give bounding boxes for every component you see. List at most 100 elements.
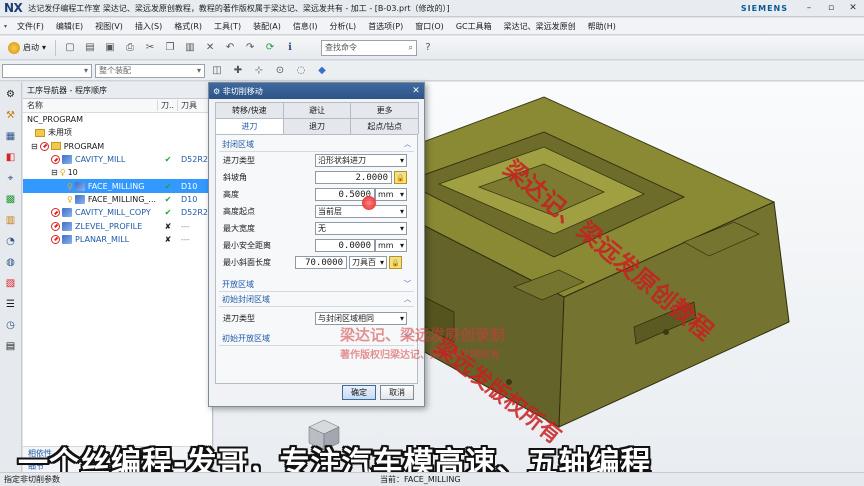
menu-tools[interactable]: 工具(T): [208, 21, 247, 32]
menu-insert[interactable]: 插入(S): [129, 21, 168, 32]
close-button[interactable]: ✕: [842, 3, 864, 13]
entry-type-select[interactable]: 沿形状斜进刀 ▾: [315, 154, 407, 167]
paste-icon[interactable]: ▥: [181, 39, 199, 57]
lock-icon[interactable]: 🔒: [394, 171, 407, 184]
column-tool[interactable]: 刀具: [178, 100, 197, 111]
info-icon[interactable]: ℹ: [281, 39, 299, 57]
tab-retract[interactable]: 退刀: [282, 118, 352, 134]
tree-row-operation[interactable]: ZLEVEL_PROFILE ✘ ---: [23, 219, 212, 232]
geometry-view-icon[interactable]: ⌖: [3, 170, 19, 186]
snap-center-icon[interactable]: ◌: [292, 62, 310, 80]
type-filter-select[interactable]: ▾: [2, 63, 92, 78]
web-browser-icon[interactable]: ◍: [3, 254, 19, 270]
menu-assembly[interactable]: 装配(A): [247, 21, 287, 32]
closed-area-group-header[interactable]: 封闭区域 ︿: [219, 137, 414, 152]
menu-analysis[interactable]: 分析(L): [323, 21, 362, 32]
initial-entry-type-select[interactable]: 与封闭区域相同 ▾: [315, 312, 407, 325]
save-icon[interactable]: ▣: [101, 39, 119, 57]
redo-icon[interactable]: ↷: [241, 39, 259, 57]
minimize-button[interactable]: –: [798, 3, 820, 13]
assembly-scope-select[interactable]: 整个装配 ▾: [95, 63, 205, 78]
refresh-icon[interactable]: ⟳: [261, 39, 279, 57]
clock-icon[interactable]: ◷: [3, 317, 19, 333]
tree-row-operation[interactable]: CAVITY_MILL ✔ D52R2: [23, 153, 212, 166]
ok-button[interactable]: 确定: [342, 385, 376, 400]
chevron-down-icon: ﹀: [404, 280, 411, 288]
tab-transfer-rapid[interactable]: 转移/快速: [215, 102, 284, 118]
max-width-select[interactable]: 无 ▾: [315, 222, 407, 235]
tree-row-operation-selected[interactable]: ♀ FACE_MILLING ✔ D10: [23, 179, 212, 193]
cancel-button[interactable]: 取消: [380, 385, 414, 400]
menu-preferences[interactable]: 首选项(P): [362, 21, 409, 32]
command-search-input[interactable]: 查找命令 ⌕: [321, 39, 418, 56]
column-path[interactable]: 刀..: [158, 100, 178, 111]
min-ramp-length-input[interactable]: 70.0000: [295, 256, 347, 269]
height-unit-select[interactable]: mm ▾: [375, 188, 407, 201]
menu-caret-icon[interactable]: ▾: [4, 23, 11, 30]
snap-point-icon[interactable]: ✚: [229, 62, 247, 80]
method-view-icon[interactable]: ◧: [3, 149, 19, 165]
open-file-icon[interactable]: ▤: [81, 39, 99, 57]
menu-help[interactable]: 帮助(H): [582, 21, 622, 32]
collapse-icon[interactable]: ⊟: [51, 168, 58, 177]
lock-icon[interactable]: 🔒: [389, 256, 402, 269]
menu-window[interactable]: 窗口(O): [409, 21, 450, 32]
menu-format[interactable]: 格式(R): [168, 21, 208, 32]
snap-mid-icon[interactable]: ⊙: [271, 62, 289, 80]
menu-view[interactable]: 视图(V): [89, 21, 129, 32]
menu-info[interactable]: 信息(I): [287, 21, 324, 32]
tree-row-group-10[interactable]: ⊟ ♀ 10: [23, 166, 212, 179]
menu-file[interactable]: 文件(F): [11, 21, 50, 32]
history-icon[interactable]: ◔: [3, 233, 19, 249]
height-from-select[interactable]: 当前层 ▾: [315, 205, 407, 218]
tree-row-operation[interactable]: ♀ FACE_MILLING_... ✔ D10: [23, 193, 212, 206]
help-icon[interactable]: ?: [419, 39, 437, 57]
tab-avoidance[interactable]: 避让: [282, 102, 352, 118]
tree-row-unused[interactable]: 未用项: [23, 126, 212, 139]
start-button[interactable]: 启动 ▾: [4, 41, 50, 54]
settings-icon[interactable]: ⚙: [3, 86, 19, 102]
maximize-button[interactable]: ▫: [820, 3, 842, 13]
system-icon[interactable]: ▤: [3, 338, 19, 354]
select-filter-icon[interactable]: ◫: [208, 62, 226, 80]
close-icon[interactable]: ✕: [408, 86, 424, 96]
program-order-icon[interactable]: ▦: [3, 128, 19, 144]
tree-row-operation[interactable]: PLANAR_MILL ✘ ---: [23, 233, 212, 246]
tab-start-drill-points[interactable]: 起点/钻点: [350, 118, 420, 134]
tree-row-program[interactable]: ⊟ PROGRAM: [23, 140, 212, 153]
tab-engage[interactable]: 进刀: [215, 118, 284, 134]
ramp-angle-input[interactable]: 2.0000: [315, 171, 392, 184]
column-name[interactable]: 名称: [23, 100, 158, 111]
copy-icon[interactable]: ❐: [161, 39, 179, 57]
part-navigator-icon[interactable]: ▩: [3, 191, 19, 207]
open-area-group-header[interactable]: 开放区域 ﹀: [219, 277, 414, 292]
new-file-icon[interactable]: ▢: [61, 39, 79, 57]
cut-icon[interactable]: ✂: [141, 39, 159, 57]
tree-row-operation[interactable]: CAVITY_MILL_COPY ✔ D52R2: [23, 206, 212, 219]
palette-icon[interactable]: ▧: [3, 275, 19, 291]
check-icon: ✔: [164, 208, 172, 218]
tab-more[interactable]: 更多: [350, 102, 420, 118]
initial-closed-group-header[interactable]: 初始封闭区域 ︿: [219, 292, 414, 307]
roles-icon[interactable]: ☰: [3, 296, 19, 312]
min-ramp-unit-select[interactable]: 刀具百 ▾: [349, 256, 387, 269]
collapse-icon[interactable]: ⊟: [31, 142, 38, 151]
menu-edit[interactable]: 编辑(E): [50, 21, 89, 32]
cube-icon[interactable]: ◆: [313, 62, 331, 80]
min-clearance-input[interactable]: 0.0000: [315, 239, 375, 252]
print-icon[interactable]: ⎙: [121, 39, 139, 57]
initial-open-group-header[interactable]: 初始开放区域 ﹀: [219, 331, 414, 346]
machine-tool-icon[interactable]: ⚒: [3, 107, 19, 123]
field-label: 进刀类型: [223, 156, 255, 165]
cross-icon: ✘: [164, 234, 172, 244]
min-clearance-unit-select[interactable]: mm ▾: [375, 239, 407, 252]
delete-icon[interactable]: ✕: [201, 39, 219, 57]
undo-icon[interactable]: ↶: [221, 39, 239, 57]
menu-gc-toolbox[interactable]: GC工具箱: [450, 21, 498, 32]
snap-end-icon[interactable]: ⊹: [250, 62, 268, 80]
menu-custom[interactable]: 梁达记、梁远发原创: [498, 21, 582, 32]
assembly-navigator-icon[interactable]: ▥: [3, 212, 19, 228]
tree-label: FACE_MILLING: [87, 181, 145, 191]
dialog-title-bar[interactable]: ⚙ 非切削移动 ✕: [209, 83, 424, 99]
tree-row-nc-program[interactable]: NC_PROGRAM: [23, 113, 212, 126]
